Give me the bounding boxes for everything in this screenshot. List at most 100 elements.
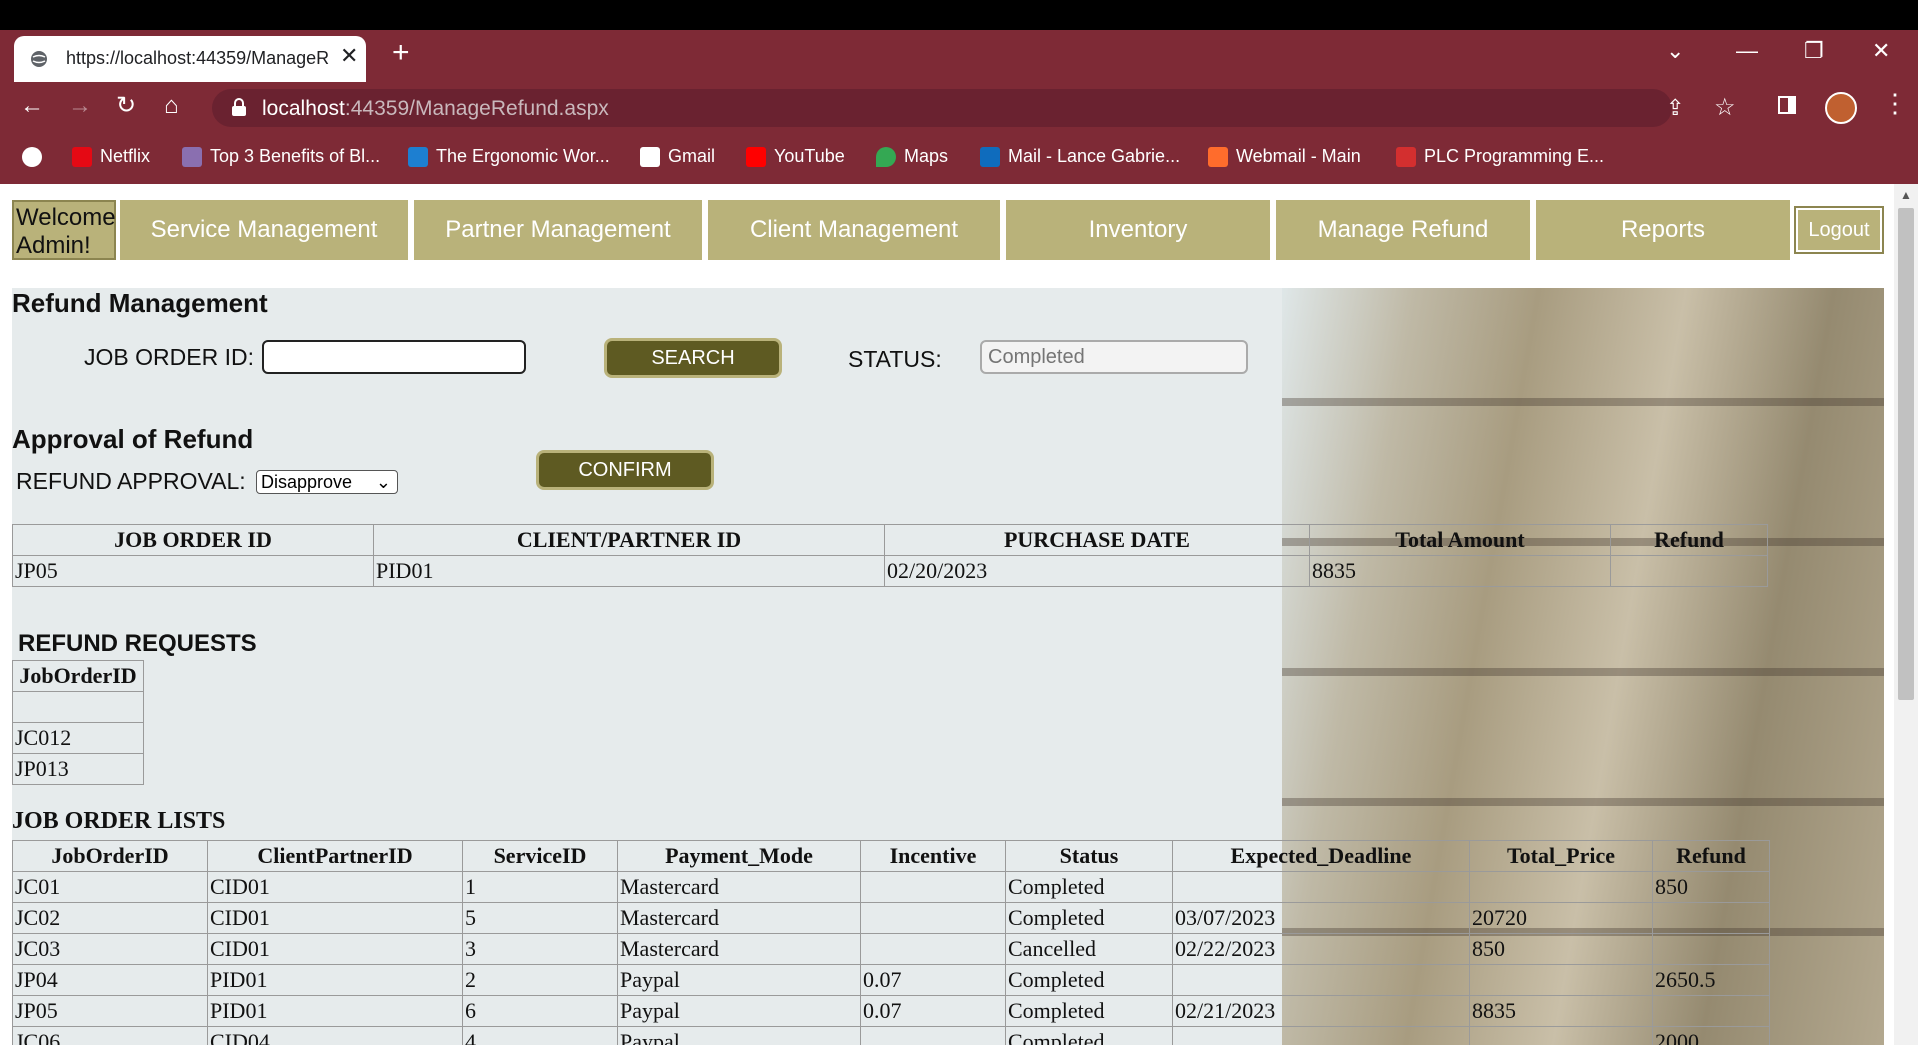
job-order-label: JOB ORDER ID: — [84, 344, 254, 370]
page-title: Refund Management — [12, 288, 268, 318]
nav-service-management[interactable]: Service Management — [120, 200, 410, 260]
bookmark-netflix[interactable]: Netflix — [72, 146, 150, 168]
table-cell: 02/22/2023 — [1172, 933, 1470, 965]
menu-kebab-icon[interactable]: ⋮ — [1882, 90, 1908, 116]
bookmark-maps[interactable]: Maps — [876, 146, 948, 168]
page-viewport: ▲ Welcome Admin! Service Management Part… — [0, 184, 1918, 1045]
table-cell: Mastercard — [617, 871, 861, 903]
confirm-button[interactable]: CONFIRM — [536, 450, 714, 490]
table-cell: 03/07/2023 — [1172, 902, 1470, 934]
table-cell: PID01 — [373, 555, 885, 587]
page-scrollbar[interactable]: ▲ — [1894, 184, 1918, 1045]
column-header: Refund — [1652, 840, 1770, 872]
share-icon[interactable]: ⇪ — [1666, 95, 1684, 121]
browser-tab[interactable]: https://localhost:44359/ManageR ✕ — [14, 36, 366, 82]
table-cell: PID01 — [207, 964, 463, 996]
tab-title: https://localhost:44359/ManageR — [66, 48, 330, 68]
column-header: Status — [1005, 840, 1173, 872]
bookmark-benefits[interactable]: Top 3 Benefits of Bl... — [182, 146, 380, 168]
tab-search-icon[interactable]: ⌄ — [1666, 40, 1684, 62]
table-cell: 2650.5 — [1652, 964, 1770, 996]
url-path: :44359/ManageRefund.aspx — [344, 97, 609, 120]
table-cell: Completed — [1005, 964, 1173, 996]
close-window-icon[interactable]: ✕ — [1872, 40, 1890, 62]
close-tab-icon[interactable]: ✕ — [340, 45, 358, 67]
table-cell: CID01 — [207, 902, 463, 934]
column-header: JOB ORDER ID — [12, 524, 374, 556]
table-cell: JC03 — [12, 933, 208, 965]
address-bar[interactable]: localhost:44359/ManageRefund.aspx ⇪ ☆ — [212, 89, 1736, 127]
table-cell: Paypal — [617, 964, 861, 996]
table-cell — [1469, 871, 1653, 903]
table-header-row: JobOrderID — [12, 660, 144, 692]
lock-icon — [232, 98, 246, 116]
status-field[interactable] — [980, 340, 1248, 374]
bookmark-youtube[interactable]: YouTube — [746, 146, 845, 168]
forward-icon[interactable]: → — [68, 94, 92, 118]
pt-icon — [408, 147, 428, 168]
bookmark-label: Gmail — [668, 146, 716, 166]
refund-requests-title: REFUND REQUESTS — [18, 630, 257, 657]
bookmark-star-icon[interactable]: ☆ — [1714, 93, 1736, 122]
bookmark-mail[interactable]: Mail - Lance Gabrie... — [980, 146, 1180, 168]
column-header: Total Amount — [1309, 524, 1611, 556]
side-panel-icon[interactable] — [1778, 96, 1796, 114]
table-cell: 4 — [462, 1026, 618, 1045]
search-button[interactable]: SEARCH — [604, 338, 782, 378]
nav-client-management[interactable]: Client Management — [708, 200, 1002, 260]
reload-icon[interactable]: ↻ — [116, 94, 136, 118]
table-cell — [1172, 1026, 1470, 1045]
nav-partner-management[interactable]: Partner Management — [414, 200, 704, 260]
table-row: JP05 PID01 6 Paypal 0.07 Completed 02/21/2023 8… — [12, 995, 1770, 1027]
cpanel-icon — [1208, 147, 1228, 168]
profile-avatar[interactable] — [1825, 92, 1857, 124]
bookmark-ergonomic[interactable]: The Ergonomic Wor... — [408, 146, 610, 168]
refund-requests-table: JobOrderID JC012 JP013 — [12, 660, 144, 785]
bookmark-label: The Ergonomic Wor... — [436, 146, 610, 166]
table-row[interactable]: JC012 — [12, 722, 144, 754]
nav-reports[interactable]: Reports — [1536, 200, 1792, 260]
outlook-icon — [980, 147, 1000, 168]
refund-approval-select[interactable]: Disapprove ⌄ — [256, 470, 398, 494]
scroll-up-icon[interactable]: ▲ — [1900, 188, 1912, 202]
browser-toolbar: ← → ↻ ⌂ localhost:44359/ManageRefund.asp… — [0, 82, 1918, 134]
restore-icon[interactable]: ❐ — [1804, 40, 1824, 62]
table-cell: 5 — [462, 902, 618, 934]
new-tab-icon[interactable]: + — [392, 38, 410, 68]
logout-button[interactable]: Logout — [1794, 206, 1884, 254]
welcome-label: Welcome Admin! — [12, 200, 116, 260]
bookmark-plc[interactable]: PLC Programming E... — [1396, 146, 1604, 168]
column-header: ServiceID — [462, 840, 618, 872]
table-cell: 02/21/2023 — [1172, 995, 1470, 1027]
table-row[interactable]: JP013 — [12, 753, 144, 785]
table-cell: 1 — [462, 871, 618, 903]
back-icon[interactable]: ← — [20, 94, 44, 118]
table-row: JP04 PID01 2 Paypal 0.07 Completed 2650.5 — [12, 964, 1770, 996]
table-cell — [1652, 902, 1770, 934]
bookmark-webmail[interactable]: Webmail - Main — [1208, 146, 1361, 168]
table-cell: Completed — [1005, 902, 1173, 934]
job-order-input[interactable] — [262, 340, 526, 374]
main-menu: Welcome Admin! Service Management Partne… — [12, 200, 1884, 262]
table-cell: 2 — [462, 964, 618, 996]
column-header: Refund — [1610, 524, 1768, 556]
table-cell: Mastercard — [617, 902, 861, 934]
table-row[interactable] — [12, 691, 144, 723]
detail-table: JOB ORDER ID CLIENT/PARTNER ID PURCHASE … — [12, 524, 1768, 587]
plc-icon — [1396, 147, 1416, 168]
site-icon — [182, 147, 202, 168]
nav-manage-refund[interactable]: Manage Refund — [1276, 200, 1532, 260]
bookmark-gmail[interactable]: Gmail — [640, 146, 716, 168]
nav-inventory[interactable]: Inventory — [1006, 200, 1272, 260]
column-header: JobOrderID — [12, 840, 208, 872]
apps-icon[interactable] — [22, 146, 50, 168]
table-row: JC06 CID04 4 Paypal Completed 2000 — [12, 1026, 1770, 1045]
scrollbar-thumb[interactable] — [1898, 208, 1914, 700]
table-header-row: JOB ORDER ID CLIENT/PARTNER ID PURCHASE … — [12, 524, 1768, 556]
minimize-icon[interactable]: — — [1736, 40, 1758, 62]
table-cell: JP05 — [12, 555, 374, 587]
home-icon[interactable]: ⌂ — [164, 94, 179, 118]
table-cell — [1652, 933, 1770, 965]
table-cell — [860, 902, 1006, 934]
table-cell: CID04 — [207, 1026, 463, 1045]
